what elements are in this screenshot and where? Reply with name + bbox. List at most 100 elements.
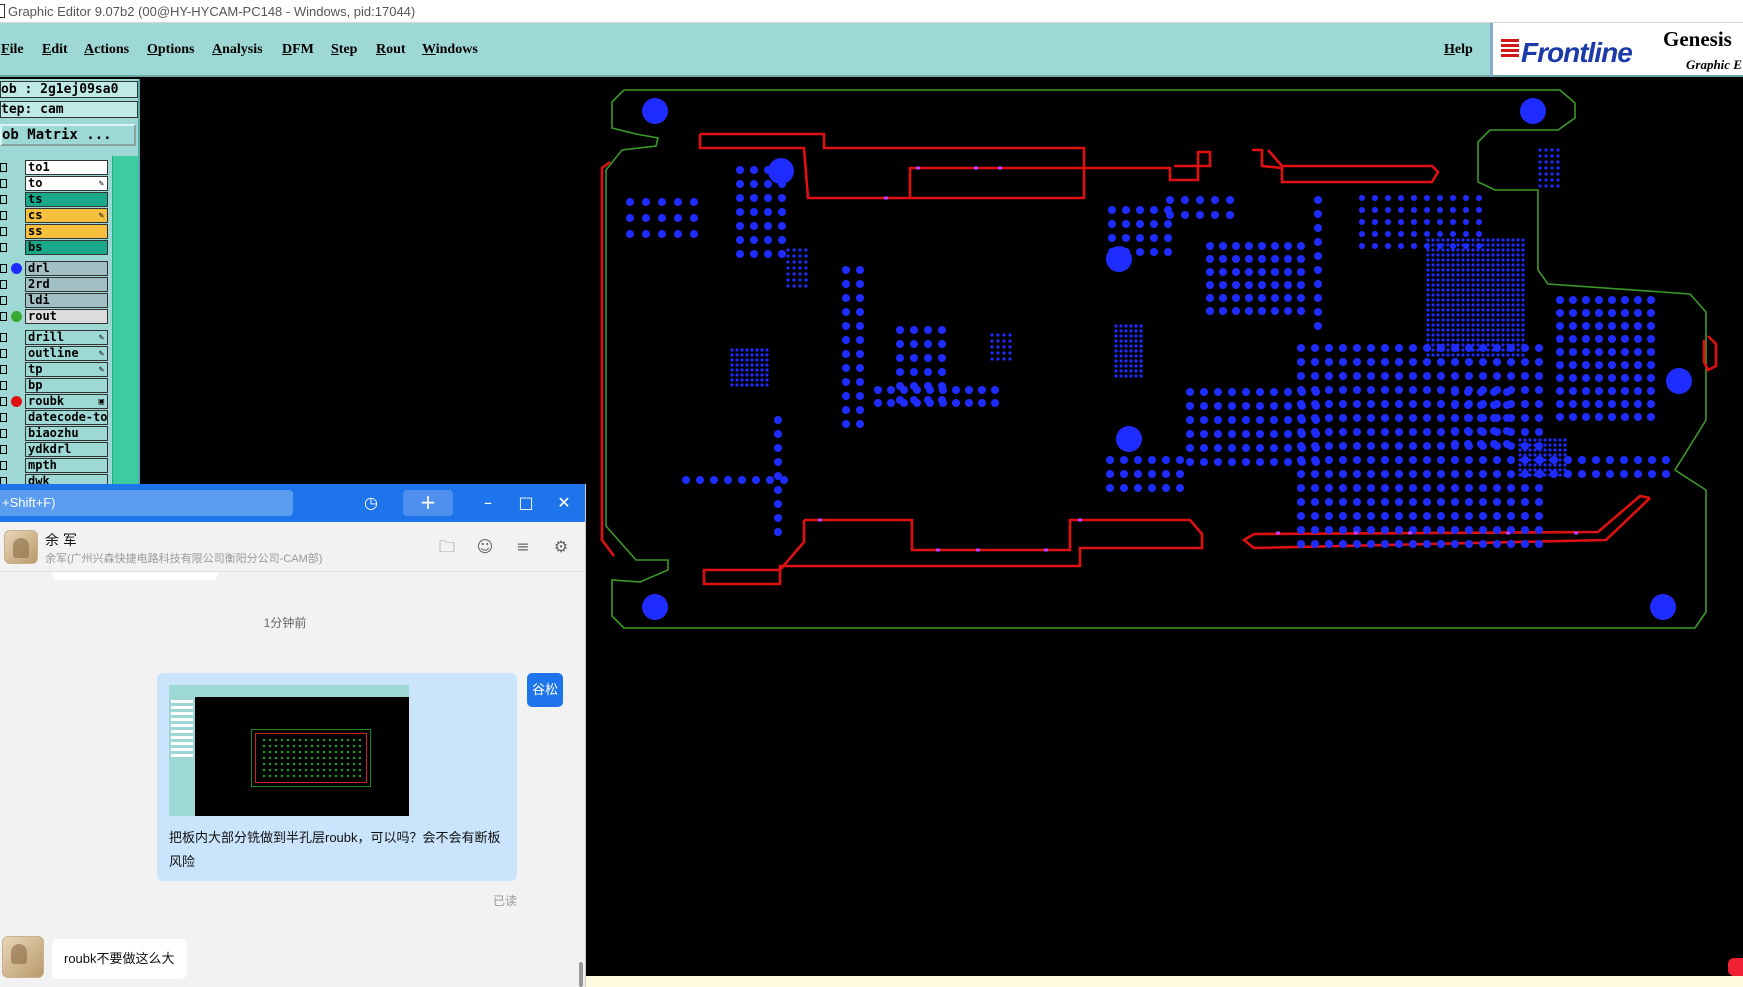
layer-row-outline[interactable]: outline ✎	[0, 346, 110, 361]
layer-checkbox[interactable]	[0, 312, 7, 321]
folder-icon[interactable]: 🗀	[436, 536, 458, 558]
layer-name[interactable]: to1	[25, 160, 108, 175]
layer-checkbox[interactable]	[0, 264, 7, 273]
layer-name[interactable]: ss	[25, 224, 108, 239]
layer-checkbox[interactable]	[0, 243, 7, 252]
layer-row-datecode-to[interactable]: datecode-to	[0, 410, 110, 425]
reply-avatar[interactable]	[2, 936, 44, 978]
sent-message-bubble[interactable]: 把板内大部分铣做到半孔层roubk，可以吗？会不会有断板风险	[157, 673, 517, 881]
drill-pad	[965, 386, 973, 394]
layer-checkbox[interactable]	[0, 349, 7, 358]
job-matrix-button[interactable]: ob Matrix ...	[0, 124, 136, 146]
menu-analysis[interactable]: Analysis	[212, 42, 263, 58]
layer-name[interactable]: drill ✎	[25, 330, 108, 345]
drill-pad	[1431, 353, 1435, 357]
layer-checkbox[interactable]	[0, 413, 7, 422]
layer-row-to1[interactable]: to1	[0, 160, 110, 175]
search-record-icon[interactable]: ≡	[512, 536, 534, 558]
menu-edit[interactable]: Edit	[42, 42, 68, 58]
menu-windows[interactable]: Windows	[422, 42, 478, 58]
layer-row-bs[interactable]: bs	[0, 240, 110, 255]
drill-pad	[1441, 263, 1445, 267]
layer-checkbox[interactable]	[0, 365, 7, 374]
layer-name[interactable]: to ✎	[25, 176, 108, 191]
layer-name[interactable]: mpth	[25, 458, 108, 473]
close-icon[interactable]: ✕	[554, 490, 574, 516]
drill-pad	[1139, 354, 1143, 358]
menu-file[interactable]: File	[1, 42, 24, 58]
layer-name[interactable]: datecode-to	[25, 410, 108, 425]
drill-pad	[1119, 334, 1123, 338]
corner-app-icon[interactable]	[1728, 958, 1743, 976]
menu-step[interactable]: Step	[331, 42, 357, 58]
drill-pad	[1466, 248, 1470, 252]
layer-row-drill[interactable]: drill ✎	[0, 330, 110, 345]
layer-row-ldi[interactable]: ldi	[0, 293, 110, 308]
layer-row-bp[interactable]: bp	[0, 378, 110, 393]
chat-search-input[interactable]: +Shift+F)	[0, 490, 293, 516]
layer-row-to[interactable]: to ✎	[0, 176, 110, 191]
history-icon[interactable]: ◷	[357, 490, 385, 516]
settings-icon[interactable]: ⚙	[550, 536, 572, 558]
layer-checkbox[interactable]	[0, 461, 7, 470]
layer-checkbox[interactable]	[0, 429, 7, 438]
avatar[interactable]	[4, 530, 38, 564]
layer-checkbox[interactable]	[0, 227, 7, 236]
menu-dfm[interactable]: DFM	[282, 42, 314, 58]
layer-name[interactable]: cs ✎	[25, 208, 108, 223]
layer-name[interactable]: outline ✎	[25, 346, 108, 361]
layer-row-ydkdrl[interactable]: ydkdrl	[0, 442, 110, 457]
layer-name[interactable]: ydkdrl	[25, 442, 108, 457]
maximize-icon[interactable]: □	[516, 490, 536, 516]
layer-row-tp[interactable]: tp ✎	[0, 362, 110, 377]
screenshot-thumbnail[interactable]	[169, 685, 409, 816]
drill-pad	[1556, 178, 1560, 182]
layer-checkbox[interactable]	[0, 445, 7, 454]
layer-checkbox[interactable]	[0, 211, 7, 220]
drill-pad	[913, 399, 921, 407]
layer-row-ts[interactable]: ts	[0, 192, 110, 207]
layer-checkbox[interactable]	[0, 333, 7, 342]
layer-list-scrollbar[interactable]	[112, 156, 138, 485]
layer-name[interactable]: bs	[25, 240, 108, 255]
layer-name[interactable]: drl	[25, 261, 108, 276]
drill-pad	[939, 386, 947, 394]
layer-checkbox[interactable]	[0, 280, 7, 289]
reply-message-bubble[interactable]: roubk不要做这么大	[52, 939, 187, 979]
chat-scrollbar[interactable]	[579, 962, 583, 987]
menu-options[interactable]: Options	[147, 42, 194, 58]
minimize-icon[interactable]: –	[478, 490, 498, 516]
layer-checkbox[interactable]	[0, 397, 7, 406]
layer-row-cs[interactable]: cs ✎	[0, 208, 110, 223]
drill-pad	[996, 339, 1000, 343]
layer-row-biaozhu[interactable]: biaozhu	[0, 426, 110, 441]
layer-row-mpth[interactable]: mpth	[0, 458, 110, 473]
layer-row-ss[interactable]: ss	[0, 224, 110, 239]
layer-checkbox[interactable]	[0, 296, 7, 305]
layer-name[interactable]: rout	[25, 309, 108, 324]
sender-avatar-badge[interactable]: 谷松	[527, 673, 563, 707]
layer-row-roubk[interactable]: roubk ▣	[0, 394, 110, 409]
layer-row-2rd[interactable]: 2rd	[0, 277, 110, 292]
drill-pad	[1466, 283, 1470, 287]
layer-checkbox[interactable]	[0, 179, 7, 188]
layer-row-drl[interactable]: drl	[0, 261, 110, 276]
layer-name[interactable]: tp ✎	[25, 362, 108, 377]
layer-checkbox[interactable]	[0, 195, 7, 204]
layer-row-rout[interactable]: rout	[0, 309, 110, 324]
plus-icon[interactable]: +	[403, 490, 453, 516]
drill-pad	[1535, 372, 1543, 380]
layer-name[interactable]: biaozhu	[25, 426, 108, 441]
add-user-icon[interactable]: ☺	[474, 536, 496, 558]
layer-checkbox[interactable]	[0, 381, 7, 390]
layer-checkbox[interactable]	[0, 163, 7, 172]
layer-name[interactable]: ldi	[25, 293, 108, 308]
layer-name[interactable]: ts	[25, 192, 108, 207]
drill-pad	[1206, 307, 1214, 315]
menu-rout[interactable]: Rout	[376, 42, 406, 58]
menu-help[interactable]: Help	[1444, 42, 1473, 58]
layer-name[interactable]: roubk ▣	[25, 394, 108, 409]
layer-name[interactable]: bp	[25, 378, 108, 393]
menu-actions[interactable]: Actions	[84, 42, 129, 58]
layer-name[interactable]: 2rd	[25, 277, 108, 292]
